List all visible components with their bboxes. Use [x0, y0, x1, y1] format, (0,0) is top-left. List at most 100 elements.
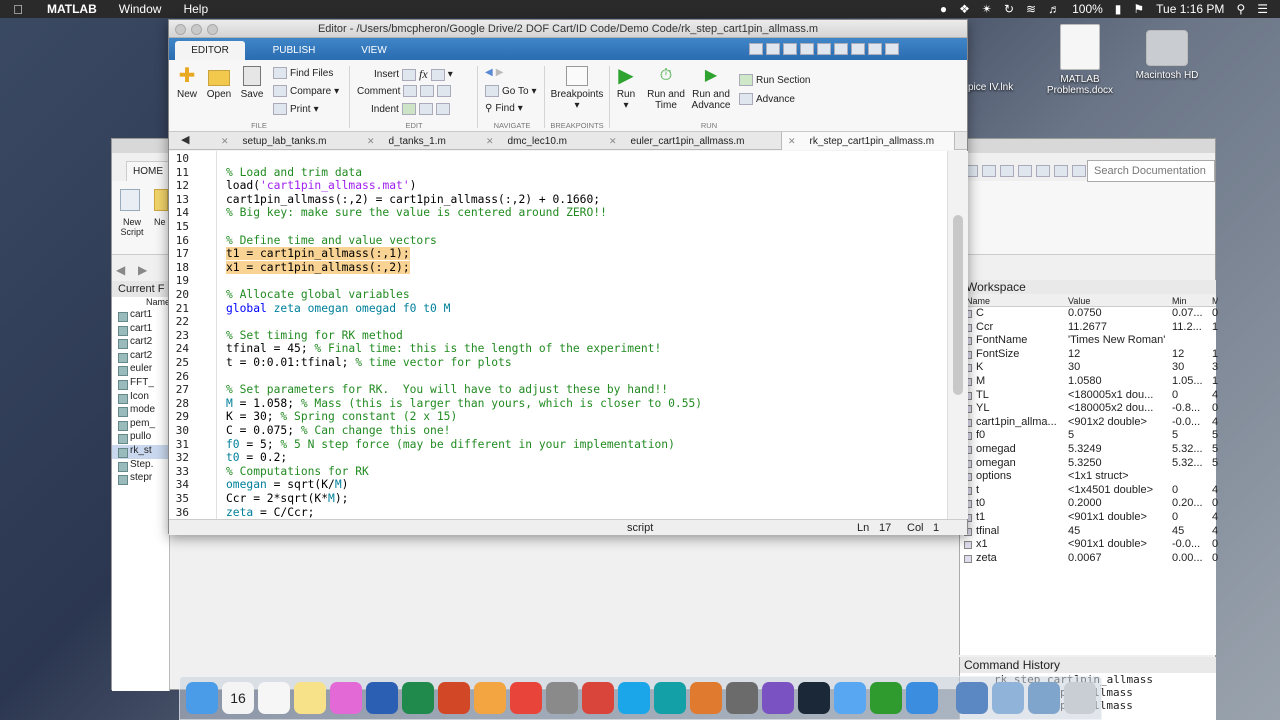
undo-icon[interactable]: [817, 43, 831, 55]
close-tab-icon[interactable]: ✕: [486, 136, 494, 146]
workspace-row[interactable]: x1 <901x1 double> -0.0... 0: [960, 538, 1218, 552]
workspace-row[interactable]: omegad 5.3249 5.32... 5: [960, 443, 1218, 457]
goto-button[interactable]: Go To ▾: [485, 85, 537, 97]
compare-button[interactable]: Compare ▾: [273, 85, 339, 97]
file-tab[interactable]: ✕ d_tanks_1.m: [367, 132, 446, 150]
line-number[interactable]: 17: [169, 247, 189, 260]
steam-dock-icon[interactable]: [798, 682, 830, 714]
folder-item[interactable]: FFT_: [112, 377, 169, 391]
line-number[interactable]: 11: [169, 166, 189, 179]
vertical-scrollbar[interactable]: [947, 151, 968, 519]
insert-options-icon[interactable]: [430, 68, 445, 81]
close-tab-icon[interactable]: ✕: [788, 136, 796, 146]
switch-windows-icon[interactable]: [851, 43, 865, 55]
line-number[interactable]: 10: [169, 152, 189, 165]
col-name[interactable]: Name: [966, 296, 1056, 306]
undo-icon[interactable]: [1036, 165, 1050, 177]
decrease-indent-icon[interactable]: [435, 103, 450, 115]
folder-item[interactable]: cart1: [112, 323, 169, 337]
run-and-advance-button[interactable]: ▶ Run and Advance: [689, 66, 733, 111]
expand-icon[interactable]: [885, 43, 899, 55]
visual-studio-dock-icon[interactable]: [762, 682, 794, 714]
code-line[interactable]: load('cart1pin_allmass.mat'): [226, 179, 416, 192]
word-dock-icon[interactable]: [366, 682, 398, 714]
search-documentation-input[interactable]: Search Documentation: [1087, 160, 1215, 182]
print-button[interactable]: Print ▾: [273, 103, 319, 115]
parallels-dock-icon[interactable]: [582, 682, 614, 714]
workspace-row[interactable]: tfinal 45 45 4: [960, 525, 1218, 539]
increase-indent-icon[interactable]: [418, 103, 433, 115]
line-number[interactable]: 18: [169, 261, 189, 274]
chrome-dock-icon[interactable]: [510, 682, 542, 714]
line-number[interactable]: 34: [169, 478, 189, 491]
line-number[interactable]: 30: [169, 424, 189, 437]
line-number[interactable]: 12: [169, 179, 189, 192]
workspace-row[interactable]: C 0.0750 0.07... 0: [960, 307, 1218, 321]
system-preferences-dock-icon[interactable]: [546, 682, 578, 714]
new-script-button[interactable]: New Script: [114, 217, 150, 237]
zoom-window-icon[interactable]: [207, 24, 218, 35]
minimize-window-icon[interactable]: [191, 24, 202, 35]
new-button[interactable]: ✚ New: [175, 66, 199, 100]
workspace-row[interactable]: TL <180005x1 dou... 0 4: [960, 389, 1218, 403]
downloads-dock-icon[interactable]: [992, 682, 1024, 714]
code-line[interactable]: omegan = sqrt(K/M): [226, 478, 348, 491]
line-number[interactable]: 13: [169, 193, 189, 206]
spotlight-icon[interactable]: ⚲: [1236, 2, 1245, 16]
workspace-row[interactable]: Ccr 11.2677 11.2... 1: [960, 321, 1218, 335]
tab-scroll-left-icon[interactable]: ◀: [181, 133, 189, 146]
line-number[interactable]: 28: [169, 397, 189, 410]
calculator-dock-icon[interactable]: [726, 682, 758, 714]
menu-app-name[interactable]: MATLAB: [36, 2, 108, 16]
breakpoints-button[interactable]: Breakpoints ▾: [549, 66, 605, 111]
code-line[interactable]: t = 0:0.01:tfinal; % time vector for plo…: [226, 356, 512, 369]
code-line[interactable]: tfinal = 45; % Final time: this is the l…: [226, 342, 661, 355]
code-editor[interactable]: 10 11 12 13 14 15 16 17 18 19 20 21 22 23 24 25 26 27 28 29…: [169, 151, 947, 519]
line-number[interactable]: 19: [169, 274, 189, 287]
close-tab-icon[interactable]: ✕: [221, 136, 229, 146]
workspace-row[interactable]: t <1x4501 double> 0 4: [960, 484, 1218, 498]
code-line[interactable]: global zeta omegan omegad f0 t0 M: [226, 302, 450, 315]
folder-item[interactable]: pullo: [112, 431, 169, 445]
file-tab[interactable]: ✕ dmc_lec10.m: [486, 132, 567, 150]
folder-item[interactable]: rk_st: [112, 444, 169, 459]
folder-item[interactable]: mode: [112, 404, 169, 418]
notes-dock-icon[interactable]: [294, 682, 326, 714]
desktop-partial-label[interactable]: pice IV.lnk: [968, 82, 1013, 93]
workspace-row[interactable]: omegan 5.3250 5.32... 5: [960, 457, 1218, 471]
run-section-button[interactable]: Run Section: [739, 74, 810, 86]
close-tab-icon[interactable]: ✕: [367, 136, 375, 146]
menu-help[interactable]: Help: [172, 2, 219, 16]
folder-item[interactable]: Icon: [112, 391, 169, 405]
comment-button[interactable]: Comment: [357, 85, 452, 97]
uncomment-icon[interactable]: [420, 85, 435, 97]
back-forward-buttons[interactable]: ◀ ▶: [485, 67, 503, 78]
line-number[interactable]: 23: [169, 329, 189, 342]
line-number[interactable]: 35: [169, 492, 189, 505]
line-number[interactable]: 29: [169, 410, 189, 423]
notification-center-icon[interactable]: ☰: [1257, 2, 1268, 16]
trash-dock-icon[interactable]: [1064, 682, 1096, 714]
forward-arrow-icon[interactable]: ▶: [496, 67, 504, 78]
matlab-dock-icon[interactable]: [690, 682, 722, 714]
quicktime-dock-icon[interactable]: [870, 682, 902, 714]
line-number[interactable]: 14: [169, 206, 189, 219]
code-line[interactable]: zeta = C/Ccr;: [226, 506, 314, 519]
itunes-dock-icon[interactable]: [330, 682, 362, 714]
name-column-header[interactable]: Name: [112, 297, 170, 309]
tab-view[interactable]: VIEW: [339, 41, 409, 60]
folder-item[interactable]: pem_: [112, 418, 169, 432]
cut-icon[interactable]: [766, 43, 780, 55]
xcode-dock-icon[interactable]: [906, 682, 938, 714]
menu-window[interactable]: Window: [108, 2, 173, 16]
fx-icon[interactable]: fx: [419, 67, 428, 82]
line-number[interactable]: 15: [169, 220, 189, 233]
tab-home[interactable]: HOME: [126, 161, 170, 181]
dropbox-icon[interactable]: ❖: [959, 2, 970, 16]
apple-icon[interactable]: : [0, 2, 36, 17]
file-tab[interactable]: ✕ setup_lab_tanks.m: [221, 132, 327, 150]
redo-icon[interactable]: [834, 43, 848, 55]
folder-item[interactable]: cart1: [112, 309, 169, 323]
line-number[interactable]: 21: [169, 302, 189, 315]
battery-percent[interactable]: 100%: [1072, 2, 1103, 16]
